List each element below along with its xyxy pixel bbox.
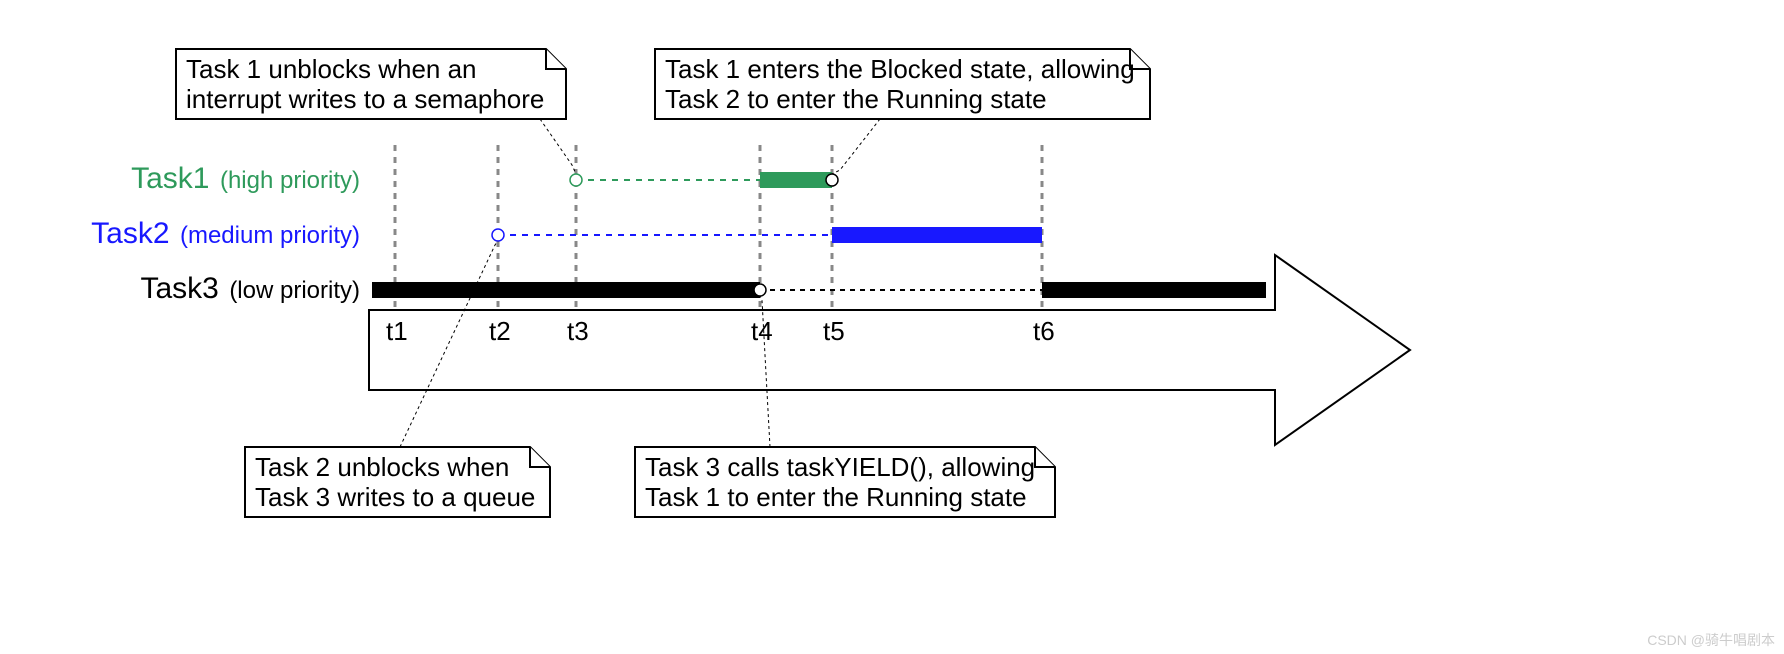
- tick-t2: t2: [489, 316, 511, 346]
- tick-t1: t1: [386, 316, 408, 346]
- tick-t4: t4: [751, 316, 773, 346]
- task2-running: [832, 227, 1042, 243]
- svg-text:Task 1 unblocks when an: Task 1 unblocks when an: [186, 54, 477, 84]
- note3: Task 2 unblocks when Task 3 writes to a …: [245, 447, 550, 517]
- svg-text:Task 3 writes to a queue: Task 3 writes to a queue: [255, 482, 535, 512]
- note1-leader: [540, 119, 576, 174]
- tick-t3: t3: [567, 316, 589, 346]
- task2-label: Task2 (medium priority): [91, 217, 360, 250]
- watermark: CSDN @骑牛唱剧本: [1647, 632, 1775, 648]
- event-dot-t2: [492, 229, 504, 241]
- event-dot-t3: [570, 174, 582, 186]
- task3-running-b: [1042, 282, 1266, 298]
- svg-text:Task 2 unblocks when: Task 2 unblocks when: [255, 452, 509, 482]
- task3-running-a: [372, 282, 760, 298]
- note2: Task 1 enters the Blocked state, allowin…: [655, 49, 1150, 119]
- svg-text:Task 1 enters the Blocked stat: Task 1 enters the Blocked state, allowin…: [665, 54, 1135, 84]
- event-dot-t5: [826, 174, 838, 186]
- svg-text:Task 3 calls taskYIELD(), allo: Task 3 calls taskYIELD(), allowing: [645, 452, 1035, 482]
- tick-t6: t6: [1033, 316, 1055, 346]
- note3-leader: [400, 241, 498, 447]
- task3-label: Task3 (low priority): [140, 272, 360, 305]
- svg-text:Task 2 to enter the Running st: Task 2 to enter the Running state: [665, 84, 1047, 114]
- svg-text:Task 1 to enter the Running st: Task 1 to enter the Running state: [645, 482, 1027, 512]
- tick-t5: t5: [823, 316, 845, 346]
- event-dot-t4: [754, 284, 766, 296]
- task1-running: [760, 172, 832, 188]
- note1: Task 1 unblocks when an interrupt writes…: [176, 49, 566, 119]
- task1-label: Task1 (high priority): [131, 162, 360, 195]
- note2-leader: [832, 119, 880, 174]
- svg-text:interrupt writes to a semaphor: interrupt writes to a semaphore: [186, 84, 544, 114]
- note4: Task 3 calls taskYIELD(), allowing Task …: [635, 447, 1055, 517]
